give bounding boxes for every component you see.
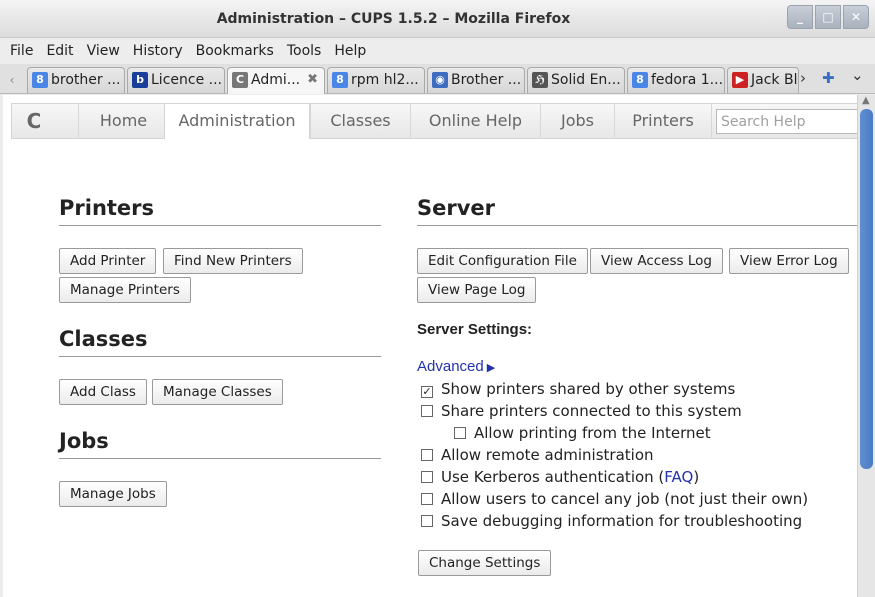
tab-label: Jack Bl bbox=[751, 72, 798, 88]
tab-close-icon[interactable]: ✖ bbox=[307, 68, 318, 92]
option-kerberos[interactable]: Use Kerberos authentication (FAQ) bbox=[421, 468, 699, 486]
scroll-thumb[interactable] bbox=[860, 109, 873, 469]
scroll-up-icon[interactable]: ▲ bbox=[862, 95, 870, 106]
nav-printers[interactable]: Printers bbox=[614, 104, 712, 138]
youtube-icon: ▶ bbox=[732, 72, 748, 88]
window-controls: _ □ ✕ bbox=[787, 5, 869, 29]
option-debug-logging[interactable]: Save debugging information for troublesh… bbox=[421, 512, 802, 530]
maximize-button[interactable]: □ bbox=[815, 5, 841, 29]
minimize-button[interactable]: _ bbox=[787, 5, 813, 29]
nav-classes[interactable]: Classes bbox=[310, 104, 410, 138]
classes-divider bbox=[59, 356, 381, 357]
tab-4[interactable]: 8 rpm hl2... bbox=[327, 67, 425, 93]
window-titlebar: Administration – CUPS 1.5.2 – Mozilla Fi… bbox=[0, 0, 875, 38]
view-page-log-button[interactable]: View Page Log bbox=[417, 277, 537, 303]
tab-label: Solid En... bbox=[551, 72, 621, 88]
nav-online-help[interactable]: Online Help bbox=[410, 104, 540, 138]
google-icon: 8 bbox=[632, 72, 648, 88]
window-title: Administration – CUPS 1.5.2 – Mozilla Fi… bbox=[216, 11, 571, 27]
tab-3[interactable]: C Admi... ✖ bbox=[227, 67, 325, 94]
brother-globe-icon: ◉ bbox=[432, 72, 448, 88]
menu-help[interactable]: Help bbox=[334, 40, 366, 62]
manage-jobs-button[interactable]: Manage Jobs bbox=[59, 481, 167, 507]
faq-link[interactable]: FAQ bbox=[664, 468, 693, 486]
cups-icon: C bbox=[232, 72, 248, 88]
checkbox-cancel-any-job[interactable] bbox=[421, 493, 433, 505]
vertical-scrollbar[interactable]: ▲ bbox=[857, 95, 875, 597]
checkbox-share-printers[interactable] bbox=[421, 405, 433, 417]
menu-view[interactable]: View bbox=[87, 40, 120, 62]
close-button[interactable]: ✕ bbox=[843, 5, 869, 29]
jobs-divider bbox=[59, 458, 381, 459]
server-settings-title: Server Settings: bbox=[417, 321, 533, 338]
checkbox-remote-admin[interactable] bbox=[421, 449, 433, 461]
manage-printers-button[interactable]: Manage Printers bbox=[59, 277, 191, 303]
tab-7[interactable]: 8 fedora 1... bbox=[627, 67, 725, 93]
add-class-button[interactable]: Add Class bbox=[59, 379, 147, 405]
tab-strip: ‹ 8 brother ... b Licence ... C Admi... ✖ 8 rpm … bbox=[0, 64, 875, 94]
option-share-printers[interactable]: Share printers connected to this system bbox=[421, 402, 742, 420]
option-allow-internet-printing[interactable]: Allow printing from the Internet bbox=[454, 424, 711, 442]
triangle-right-icon: ▶ bbox=[486, 362, 496, 374]
tab-label: brother ... bbox=[51, 72, 121, 88]
gothic-h-icon: ℌ bbox=[532, 72, 548, 88]
tab-label: rpm hl2... bbox=[351, 72, 419, 88]
menu-tools[interactable]: Tools bbox=[287, 40, 322, 62]
brother-icon: b bbox=[132, 72, 148, 88]
tab-scroll-right-icon[interactable]: › bbox=[800, 69, 806, 87]
checkbox-debug-logging[interactable] bbox=[421, 515, 433, 527]
menu-history[interactable]: History bbox=[133, 40, 183, 62]
change-settings-button[interactable]: Change Settings bbox=[418, 550, 552, 576]
add-printer-button[interactable]: Add Printer bbox=[59, 248, 157, 274]
tab-scroll-left-icon[interactable]: ‹ bbox=[3, 70, 21, 90]
manage-classes-button[interactable]: Manage Classes bbox=[152, 379, 283, 405]
tab-8[interactable]: ▶ Jack Bl bbox=[727, 67, 799, 93]
jobs-heading: Jobs bbox=[59, 429, 109, 453]
tab-label: fedora 1... bbox=[651, 72, 724, 88]
menu-edit[interactable]: Edit bbox=[46, 40, 73, 62]
advanced-label[interactable]: Advanced bbox=[417, 358, 484, 375]
menu-bookmarks[interactable]: Bookmarks bbox=[196, 40, 274, 62]
server-divider bbox=[417, 225, 857, 226]
menubar: File Edit View History Bookmarks Tools H… bbox=[0, 40, 875, 62]
classes-heading: Classes bbox=[59, 327, 148, 351]
tab-1[interactable]: 8 brother ... bbox=[27, 67, 125, 93]
checkbox-allow-internet-printing[interactable] bbox=[454, 427, 466, 439]
option-remote-admin[interactable]: Allow remote administration bbox=[421, 446, 654, 464]
cups-logo-icon[interactable]: C bbox=[22, 109, 46, 133]
nav-home[interactable]: Home bbox=[78, 104, 168, 138]
checkbox-show-shared-printers[interactable]: ✓ bbox=[421, 386, 433, 398]
nav-jobs[interactable]: Jobs bbox=[540, 104, 614, 138]
option-show-shared-printers[interactable]: ✓ Show printers shared by other systems bbox=[421, 380, 735, 398]
menu-file[interactable]: File bbox=[10, 40, 33, 62]
edit-configuration-file-button[interactable]: Edit Configuration File bbox=[417, 248, 588, 274]
find-new-printers-button[interactable]: Find New Printers bbox=[163, 248, 303, 274]
google-icon: 8 bbox=[332, 72, 348, 88]
printers-heading: Printers bbox=[59, 196, 155, 220]
checkbox-kerberos[interactable] bbox=[421, 471, 433, 483]
tab-6[interactable]: ℌ Solid En... bbox=[527, 67, 625, 93]
option-cancel-any-job[interactable]: Allow users to cancel any job (not just … bbox=[421, 490, 808, 508]
list-all-tabs-icon[interactable]: ⌄ bbox=[851, 66, 864, 84]
nav-administration[interactable]: Administration bbox=[164, 103, 310, 139]
view-error-log-button[interactable]: View Error Log bbox=[729, 248, 849, 274]
tab-label: Brother ... bbox=[451, 72, 522, 88]
google-icon: 8 bbox=[32, 72, 48, 88]
new-tab-icon[interactable]: ✚ bbox=[822, 69, 835, 87]
tab-label: Licence ... bbox=[151, 72, 222, 88]
tab-label: Admi... bbox=[251, 72, 301, 88]
advanced-link[interactable]: Advanced ▶ bbox=[417, 358, 495, 375]
printers-divider bbox=[59, 225, 381, 226]
tab-2[interactable]: b Licence ... bbox=[127, 67, 225, 93]
cups-nav: C Home Administration Classes Online Hel… bbox=[11, 103, 857, 139]
search-help-input[interactable] bbox=[716, 109, 857, 134]
tab-5[interactable]: ◉ Brother ... bbox=[427, 67, 525, 93]
view-access-log-button[interactable]: View Access Log bbox=[590, 248, 723, 274]
page-content: C Home Administration Classes Online Hel… bbox=[3, 95, 857, 597]
server-heading: Server bbox=[417, 196, 496, 220]
